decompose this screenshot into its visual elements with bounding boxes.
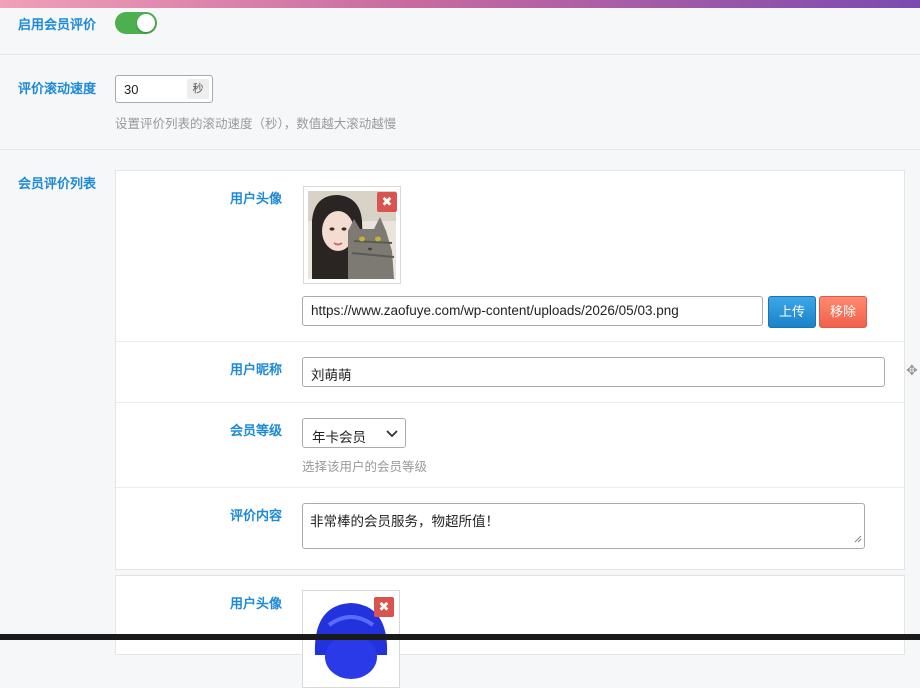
level-select-value: 年卡会员 [312,430,366,445]
avatar-label: 用户头像 [230,191,283,206]
divider [0,149,920,150]
review-item [115,575,905,655]
bottom-edge [0,634,920,640]
resize-grip-icon[interactable] [854,531,862,546]
scroll-speed-help: 设置评价列表的滚动速度（秒），数值越大滚动越慢 [115,117,397,131]
content-textarea[interactable]: 非常棒的会员服务，物超所值！ [302,503,865,549]
scroll-speed-input[interactable]: 30 秒 [115,75,213,103]
scroll-speed-value[interactable]: 30 [124,82,138,97]
review-list-label: 会员评价列表 [18,176,97,191]
enable-reviews-label: 启用会员评价 [18,17,97,32]
divider [116,487,904,488]
close-icon[interactable]: ✖ [374,597,394,617]
content-label: 评价内容 [230,508,283,523]
enable-reviews-toggle[interactable] [115,12,157,34]
move-icon[interactable]: ✥ [906,362,918,379]
avatar-label: 用户头像 [230,596,283,611]
level-select[interactable]: 年卡会员 [302,418,406,448]
scroll-speed-label: 评价滚动速度 [18,81,97,96]
nickname-label: 用户昵称 [230,362,283,377]
top-accent-bar [0,0,920,8]
toggle-knob [137,14,155,32]
close-icon[interactable]: ✖ [377,192,397,212]
scroll-speed-unit: 秒 [187,79,209,99]
divider [116,341,904,342]
nickname-input[interactable]: 刘萌萌 [302,357,885,387]
chevron-down-icon [385,426,399,443]
divider [0,54,920,55]
remove-button[interactable]: 移除 [819,296,867,328]
content-text[interactable]: 非常棒的会员服务，物超所值！ [310,514,499,529]
divider [116,402,904,403]
avatar-url-input[interactable]: https://www.zaofuye.com/wp-content/uploa… [302,296,763,326]
level-help: 选择该用户的会员等级 [302,460,428,474]
level-label: 会员等级 [230,423,283,438]
upload-button[interactable]: 上传 [768,296,816,328]
